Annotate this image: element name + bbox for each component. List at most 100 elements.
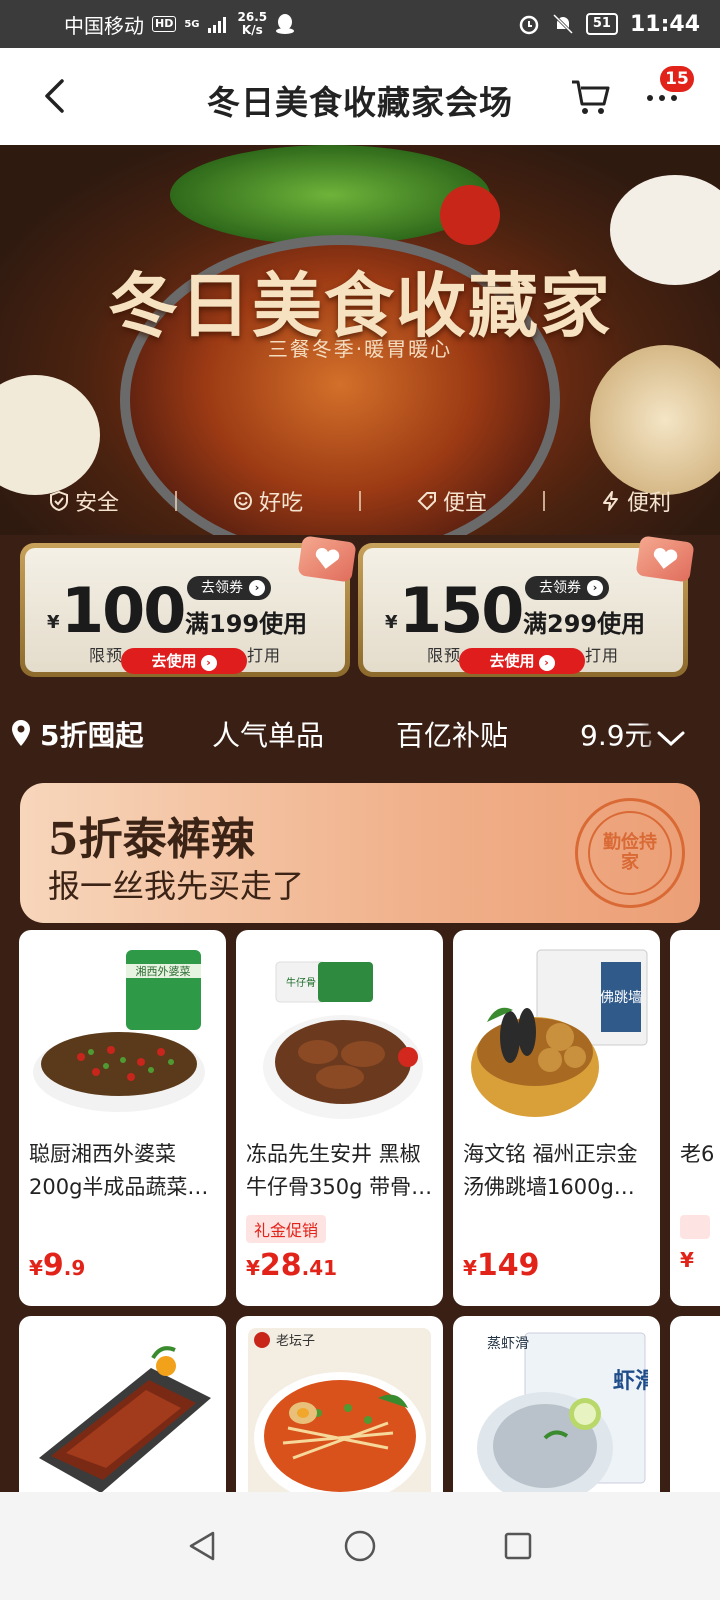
get-coupon-button[interactable]: 去领券 › bbox=[525, 576, 609, 600]
tag-label: 便利 bbox=[627, 491, 672, 516]
price-currency: ¥ bbox=[29, 1256, 43, 1280]
product-image: 牛仔骨 bbox=[248, 942, 431, 1132]
product-name: 海文铭 福州正宗金汤佛跳墙1600g… bbox=[463, 1142, 638, 1199]
product-card[interactable]: 蒸虾滑 虾滑 bbox=[453, 1316, 660, 1510]
bowl-decoration bbox=[590, 345, 720, 495]
coupon-amount: 150 bbox=[399, 574, 524, 647]
get-coupon-label: 去领券 bbox=[201, 580, 243, 596]
use-coupon-button[interactable]: 去使用 › bbox=[459, 648, 585, 674]
promo-banner[interactable]: 5折泰裤辣 报一丝我先买走了 勤俭持家 bbox=[20, 783, 700, 923]
chevron-right-icon: › bbox=[538, 655, 555, 671]
more-dot bbox=[659, 95, 665, 101]
pack-label: 虾滑 bbox=[613, 1369, 648, 1394]
product-price: ¥149 bbox=[463, 1248, 540, 1283]
product-card[interactable]: 湘西外婆菜 聪厨湘西外婆菜200g半成品蔬菜下… ¥9.9 bbox=[19, 930, 226, 1306]
coupon-strip: ¥ 100 去领券 › 满199使用 限预 打用 去使用 › ¥ 150 去领券 › 满… bbox=[0, 535, 720, 685]
nav-recents-button[interactable] bbox=[498, 1526, 538, 1566]
net-speed: 26.5 K/s bbox=[238, 11, 268, 37]
tomato-decoration bbox=[440, 185, 500, 245]
cart-button[interactable] bbox=[570, 78, 614, 118]
product-photo: 佛跳墙 bbox=[471, 949, 648, 1117]
use-coupon-label: 去使用 bbox=[489, 652, 535, 670]
net-speed-unit: K/s bbox=[241, 23, 263, 37]
tabs-expand-button[interactable] bbox=[640, 717, 700, 757]
coupon-card[interactable]: ¥ 150 去领券 › 满299使用 限预 打用 去使用 › bbox=[358, 535, 695, 677]
tag-label: 好吃 bbox=[258, 491, 303, 516]
product-card[interactable]: 佛跳墙 海文铭 福州正宗金汤佛跳墙1600g… ¥149 bbox=[453, 930, 660, 1306]
tab-subsidy[interactable]: 百亿补贴 bbox=[396, 714, 508, 754]
status-bar: 中国移动 HD 5G 26.5 K/s 51 11:44 bbox=[0, 0, 720, 48]
tag-label: 便宜 bbox=[443, 491, 488, 516]
product-card[interactable] bbox=[670, 1316, 720, 1510]
triangle-back-icon bbox=[189, 1531, 215, 1561]
nav-home-button[interactable] bbox=[340, 1526, 380, 1566]
tag-convenient: 便利 bbox=[601, 485, 671, 517]
shield-check-icon bbox=[49, 491, 68, 511]
chevron-right-icon: › bbox=[587, 580, 603, 596]
price-decimal: .9 bbox=[63, 1256, 86, 1280]
promo-tag bbox=[680, 1215, 710, 1239]
chevron-right-icon: › bbox=[200, 655, 217, 671]
category-tabs: 5折囤起 人气单品 百亿补贴 9.9元 bbox=[0, 697, 720, 769]
hero-banner[interactable]: 冬日美食收藏家 三餐冬季·暖胃暖心 安全 好吃 便宜 便利 bbox=[0, 145, 720, 535]
nav-back-button[interactable] bbox=[182, 1526, 222, 1566]
coupon-body: ¥ 150 去领券 › 满299使用 限预 打用 去使用 › bbox=[363, 548, 683, 674]
promo-tag: 礼金促销 bbox=[246, 1215, 327, 1243]
battery-indicator: 51 bbox=[585, 13, 618, 35]
product-card[interactable]: 牛仔骨 冻品先生安井 黑椒牛仔骨350g 带骨… 礼金促销 ¥28.41 bbox=[236, 930, 443, 1306]
product-image: 湘西外婆菜 bbox=[31, 942, 214, 1132]
promo-title: 5折泰裤辣 bbox=[48, 814, 255, 865]
network-type: 5G bbox=[184, 18, 200, 30]
product-price: ¥9.9 bbox=[29, 1248, 85, 1283]
get-coupon-button[interactable]: 去领券 › bbox=[187, 576, 271, 600]
product-photo: 蒸虾滑 虾滑 bbox=[477, 1332, 648, 1504]
app-header: 冬日美食收藏家会场 bbox=[0, 48, 720, 145]
tab-active[interactable]: 5折囤起 bbox=[40, 714, 143, 754]
tag-cheap: 便宜 bbox=[417, 485, 487, 517]
product-image: 佛跳墙 bbox=[465, 942, 648, 1132]
tab-popular[interactable]: 人气单品 bbox=[212, 714, 324, 754]
use-coupon-button[interactable]: 去使用 › bbox=[121, 648, 247, 674]
divider bbox=[174, 491, 177, 511]
stamp-inner: 勤俭持家 bbox=[588, 811, 672, 895]
coupon-condition: 满299使用 bbox=[523, 610, 646, 638]
circle-home-icon bbox=[344, 1530, 376, 1562]
coupon-condition: 满199使用 bbox=[185, 610, 308, 638]
product-photo: 老坛子 bbox=[248, 1328, 431, 1510]
mute-bell-icon bbox=[552, 13, 573, 35]
product-card[interactable]: 老6 ¥ bbox=[670, 930, 720, 1306]
price-integer: 28 bbox=[259, 1248, 302, 1283]
coupon-limit-end: 打用 bbox=[585, 646, 620, 665]
lettuce-decoration bbox=[170, 145, 490, 245]
coupon-card[interactable]: ¥ 100 去领券 › 满199使用 限预 打用 去使用 › bbox=[20, 535, 357, 677]
status-right: 51 11:44 bbox=[518, 12, 700, 37]
pack-label: 牛仔骨 bbox=[286, 976, 316, 989]
coupon-limit-start: 限预 bbox=[88, 646, 123, 665]
product-card[interactable]: 老坛子 bbox=[236, 1316, 443, 1510]
tag-label: 安全 bbox=[74, 491, 119, 516]
use-coupon-label: 去使用 bbox=[151, 652, 197, 670]
coupon-amount: 100 bbox=[61, 574, 186, 647]
carrier-label: 中国移动 bbox=[64, 13, 144, 38]
signal-icon bbox=[207, 17, 226, 33]
box-label: 佛跳墙 bbox=[600, 990, 642, 1006]
heart-icon bbox=[297, 535, 357, 583]
coupon-limit-start: 限预 bbox=[426, 646, 461, 665]
lightning-icon bbox=[603, 491, 619, 511]
pack-label: 湘西外婆菜 bbox=[136, 964, 191, 978]
tag-safe: 安全 bbox=[49, 485, 119, 517]
stamp-badge: 勤俭持家 bbox=[575, 798, 685, 908]
qq-icon bbox=[276, 14, 295, 34]
divider bbox=[543, 491, 546, 511]
product-name: 冻品先生安井 黑椒牛仔骨350g 带骨… bbox=[246, 1142, 433, 1199]
price-currency: ¥ bbox=[680, 1248, 694, 1272]
brand-label: 老坛子 bbox=[276, 1334, 315, 1349]
location-pin-icon bbox=[12, 720, 30, 746]
clock: 11:44 bbox=[629, 11, 700, 37]
more-dot bbox=[647, 95, 653, 101]
more-dot bbox=[671, 95, 677, 101]
square-recents-icon bbox=[504, 1532, 532, 1560]
hero-subtitle: 三餐冬季·暖胃暖心 bbox=[267, 337, 453, 361]
product-card[interactable] bbox=[19, 1316, 226, 1510]
bowl-decoration bbox=[0, 375, 100, 495]
